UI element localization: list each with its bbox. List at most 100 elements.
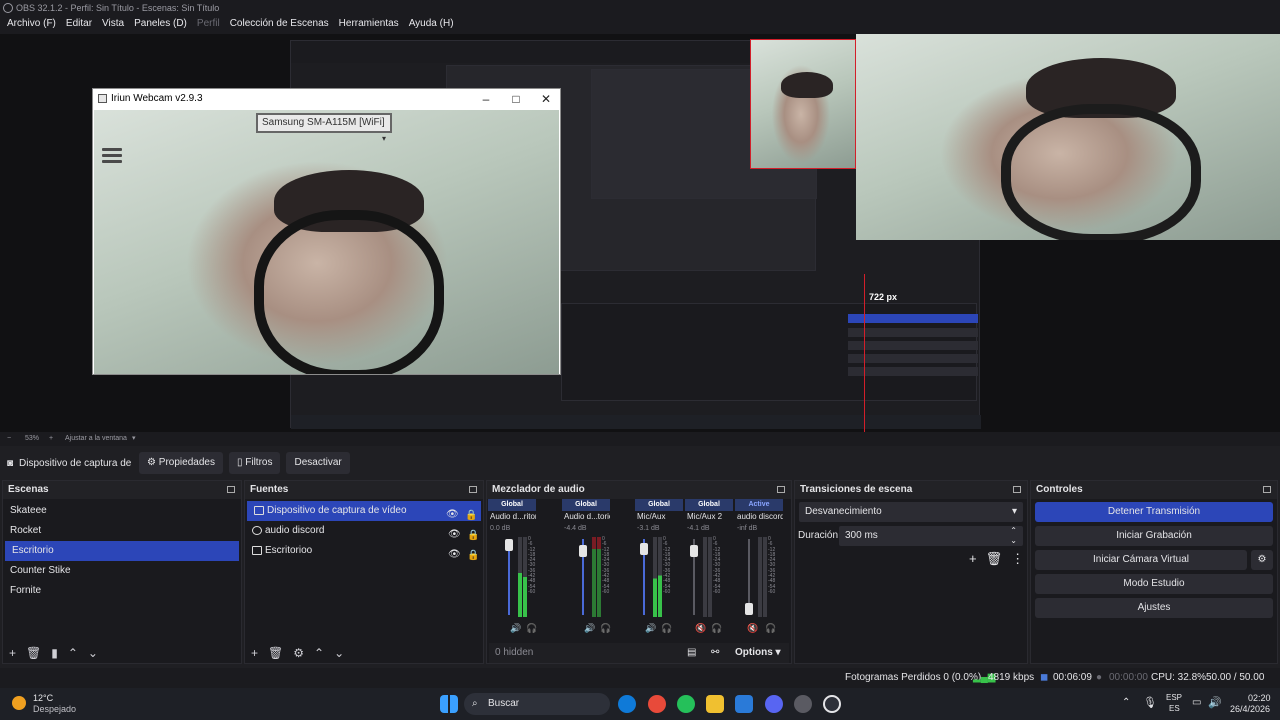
lock-icon[interactable]: 🔒 xyxy=(465,506,477,521)
gear-icon[interactable]: ⚙ xyxy=(1251,550,1273,570)
chevron-up-icon[interactable]: ⌃ xyxy=(1122,697,1130,708)
eye-icon[interactable]: 👁 xyxy=(448,525,461,540)
lock-icon[interactable]: 🔒 xyxy=(467,546,479,561)
transition-select[interactable]: Desvanecimiento ▾ xyxy=(799,502,1023,522)
settings-button[interactable]: Ajustes xyxy=(1035,598,1273,618)
undock-icon[interactable] xyxy=(469,486,477,493)
fader-handle[interactable] xyxy=(640,543,648,555)
headphones-icon[interactable]: 🎧 xyxy=(711,623,722,634)
scene-item[interactable]: Rocket xyxy=(3,521,241,541)
file-explorer-icon[interactable] xyxy=(706,695,724,713)
eye-icon[interactable]: 👁 xyxy=(446,505,459,520)
add-transition-button[interactable]: + xyxy=(969,551,977,567)
iriun-titlebar[interactable]: Iriun Webcam v2.9.3 – □ ✕ xyxy=(93,89,560,109)
menu-docks[interactable]: Paneles (D) xyxy=(129,16,192,34)
headphones-icon[interactable]: 🎧 xyxy=(600,623,611,634)
microphone-icon[interactable]: 🎙 xyxy=(1143,696,1157,709)
undock-icon[interactable] xyxy=(227,486,235,493)
menu-tools[interactable]: Herramientas xyxy=(334,16,404,34)
steam-icon[interactable] xyxy=(794,695,812,713)
start-virtual-camera-button[interactable]: Iniciar Cámara Virtual xyxy=(1035,550,1247,570)
move-up-button[interactable]: ⌃ xyxy=(314,646,324,660)
volume-icon[interactable]: 🔊 xyxy=(1208,696,1222,709)
more-options-icon[interactable]: ⋮ xyxy=(1011,551,1024,567)
menu-file[interactable]: Archivo (F) xyxy=(2,16,61,34)
obs-icon[interactable] xyxy=(823,695,841,713)
trash-icon[interactable]: 🗑 xyxy=(986,551,1003,567)
keyboard-lang[interactable]: ESP xyxy=(1166,693,1182,702)
fader-handle[interactable] xyxy=(690,545,698,557)
undock-icon[interactable] xyxy=(1263,486,1271,493)
weather-icon[interactable] xyxy=(12,696,26,710)
options-button[interactable]: Options ▾ xyxy=(735,643,781,663)
studio-mode-button[interactable]: Modo Estudio xyxy=(1035,574,1273,594)
zoom-in-button[interactable]: + xyxy=(49,432,53,446)
speaker-icon[interactable]: 🔊 xyxy=(584,623,595,634)
scene-item-selected[interactable]: Escritorio xyxy=(5,541,239,561)
fader-handle[interactable] xyxy=(579,545,587,557)
zoom-dropdown-icon[interactable]: ▾ xyxy=(132,432,136,446)
fader-handle[interactable] xyxy=(505,539,513,551)
clock-date[interactable]: 26/4/2026 xyxy=(1230,704,1270,714)
close-button[interactable]: ✕ xyxy=(531,89,561,109)
scene-item[interactable]: Skateee xyxy=(3,501,241,521)
gear-icon[interactable]: ⚙ xyxy=(293,646,304,660)
zoom-out-button[interactable]: − xyxy=(7,432,11,446)
headphones-icon[interactable]: 🎧 xyxy=(526,623,537,634)
speaker-icon[interactable]: 🔊 xyxy=(645,623,656,634)
trash-icon[interactable]: 🗑 xyxy=(26,646,41,660)
minimize-button[interactable]: – xyxy=(471,89,501,109)
filters-button[interactable]: ▯ Filtros xyxy=(228,452,281,474)
device-select[interactable]: Samsung SM-A115M [WiFi] ▾ xyxy=(256,113,392,143)
move-down-button[interactable]: ⌄ xyxy=(88,646,98,660)
move-up-button[interactable]: ⌃ xyxy=(68,646,78,660)
menu-view[interactable]: Vista xyxy=(97,16,129,34)
filter-icon[interactable]: ▮ xyxy=(51,646,58,660)
headphones-icon[interactable]: 🎧 xyxy=(661,623,672,634)
edge-icon[interactable] xyxy=(618,695,636,713)
start-recording-button[interactable]: Iniciar Grabación xyxy=(1035,526,1273,546)
keyboard-region[interactable]: ES xyxy=(1169,704,1180,713)
link-icon[interactable]: ⚯ xyxy=(711,643,719,663)
whatsapp-icon[interactable] xyxy=(677,695,695,713)
network-icon[interactable]: ▭ xyxy=(1192,697,1201,708)
eye-icon[interactable]: 👁 xyxy=(448,545,461,560)
iriun-window[interactable]: Iriun Webcam v2.9.3 – □ ✕ Samsung SM-A11… xyxy=(92,88,561,375)
muted-speaker-icon[interactable]: 🔇 xyxy=(747,623,758,634)
stop-streaming-button[interactable]: Detener Transmisión xyxy=(1035,502,1273,522)
menu-profile[interactable]: Perfil xyxy=(192,16,225,34)
taskbar-search[interactable]: ⌕ Buscar xyxy=(464,693,610,715)
menu-edit[interactable]: Editar xyxy=(61,16,97,34)
zoom-fit-label[interactable]: Ajustar a la ventana xyxy=(65,432,127,446)
add-source-button[interactable]: + xyxy=(251,646,258,660)
muted-speaker-icon[interactable]: 🔇 xyxy=(695,623,706,634)
lock-icon[interactable]: 🔒 xyxy=(467,526,479,541)
add-scene-button[interactable]: + xyxy=(9,646,16,660)
source-item[interactable]: audio discord 👁 🔒 xyxy=(245,521,483,541)
mail-icon[interactable] xyxy=(735,695,753,713)
source-item-selected[interactable]: Dispositivo de captura de vídeo 👁 🔒 xyxy=(247,501,481,521)
duration-spinbox[interactable]: 300 ms ⌃ ⌄ xyxy=(839,526,1023,546)
speaker-icon[interactable]: 🔊 xyxy=(510,623,521,634)
undock-icon[interactable] xyxy=(777,486,785,493)
source-item[interactable]: Escritorioo 👁 🔒 xyxy=(245,541,483,561)
maximize-button[interactable]: □ xyxy=(501,89,531,109)
deactivate-button[interactable]: Desactivar xyxy=(286,452,350,474)
trash-icon[interactable]: 🗑 xyxy=(268,646,283,660)
scene-item[interactable]: Fornite xyxy=(3,581,241,601)
scene-item[interactable]: Counter Stike xyxy=(3,561,241,581)
clock-time[interactable]: 02:20 xyxy=(1248,693,1271,703)
move-down-button[interactable]: ⌄ xyxy=(334,646,344,660)
discord-icon[interactable] xyxy=(765,695,783,713)
menu-scene-collection[interactable]: Colección de Escenas xyxy=(225,16,334,34)
hamburger-menu-icon[interactable] xyxy=(102,148,122,166)
webcam-source[interactable] xyxy=(856,34,1280,240)
headphones-icon[interactable]: 🎧 xyxy=(765,623,776,634)
fader-handle[interactable] xyxy=(745,603,753,615)
chrome-icon[interactable] xyxy=(648,695,666,713)
windows-start-icon[interactable] xyxy=(440,695,458,713)
menu-help[interactable]: Ayuda (H) xyxy=(404,16,459,34)
properties-button[interactable]: ⚙ Propiedades xyxy=(139,452,223,474)
layout-icon[interactable]: ▤ xyxy=(687,643,696,663)
undock-icon[interactable] xyxy=(1013,486,1021,493)
